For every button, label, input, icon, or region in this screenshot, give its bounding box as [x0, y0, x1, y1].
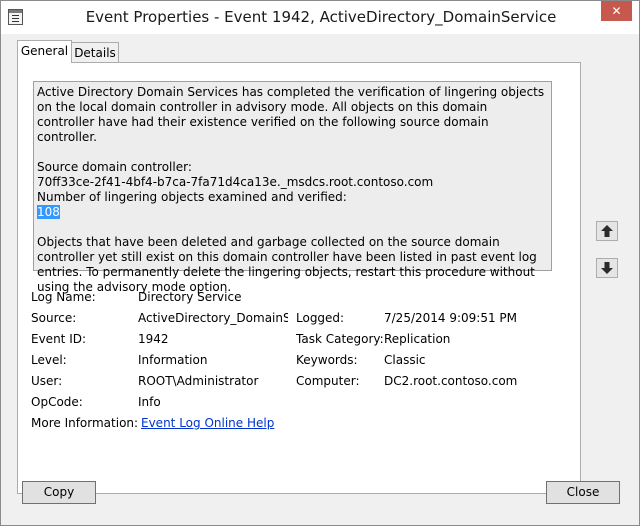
keywords-label: Keywords: — [296, 353, 358, 367]
event-id-label: Event ID: — [31, 332, 87, 346]
title-bar[interactable]: Event Properties - Event 1942, ActiveDir… — [1, 1, 639, 34]
arrow-down-icon — [601, 262, 613, 274]
source-dc-label: Source domain controller: — [37, 160, 192, 174]
computer-value: DC2.root.contoso.com — [384, 374, 518, 388]
copy-button[interactable]: Copy — [22, 481, 96, 504]
task-category-value: Replication — [384, 332, 451, 346]
previous-event-button[interactable] — [596, 221, 618, 241]
general-tab-panel: Active Directory Domain Services has com… — [17, 62, 581, 494]
next-event-button[interactable] — [596, 258, 618, 278]
opcode-value: Info — [138, 395, 161, 409]
close-window-button[interactable]: ✕ — [601, 1, 632, 21]
tab-general[interactable]: General — [17, 40, 72, 63]
arrow-up-icon — [601, 225, 613, 237]
source-value: ActiveDirectory_DomainServ — [138, 311, 288, 325]
user-value: ROOT\Administrator — [138, 374, 259, 388]
log-name-value: Directory Service — [138, 290, 242, 304]
window-title: Event Properties - Event 1942, ActiveDir… — [85, 8, 557, 26]
dialog-content: General Details Active Directory Domain … — [1, 34, 639, 525]
source-label: Source: — [31, 311, 77, 325]
more-information-label: More Information: — [31, 416, 139, 430]
event-log-online-help-link[interactable]: Event Log Online Help — [141, 416, 274, 430]
user-label: User: — [31, 374, 63, 388]
logged-value: 7/25/2014 9:09:51 PM — [384, 311, 518, 325]
description-paragraph-2: Objects that have been deleted and garba… — [37, 235, 537, 294]
description-paragraph-1: Active Directory Domain Services has com… — [37, 85, 545, 144]
event-properties-window: Event Properties - Event 1942, ActiveDir… — [0, 0, 640, 526]
lingering-count-label: Number of lingering objects examined and… — [37, 190, 347, 204]
logged-label: Logged: — [296, 311, 345, 325]
keywords-value: Classic — [384, 353, 426, 367]
lingering-count-value: 108 — [37, 205, 60, 219]
tab-details[interactable]: Details — [71, 42, 119, 63]
level-value: Information — [138, 353, 208, 367]
close-button[interactable]: Close — [546, 481, 620, 504]
event-description[interactable]: Active Directory Domain Services has com… — [33, 81, 552, 294]
level-label: Level: — [31, 353, 67, 367]
log-name-label: Log Name: — [31, 290, 96, 304]
computer-label: Computer: — [296, 374, 360, 388]
event-id-value: 1942 — [138, 332, 169, 346]
task-category-label: Task Category: — [296, 332, 384, 346]
source-dc-value: 70ff33ce-2f41-4bf4-b7ca-7fa71d4ca13e._ms… — [37, 175, 434, 189]
opcode-label: OpCode: — [31, 395, 83, 409]
